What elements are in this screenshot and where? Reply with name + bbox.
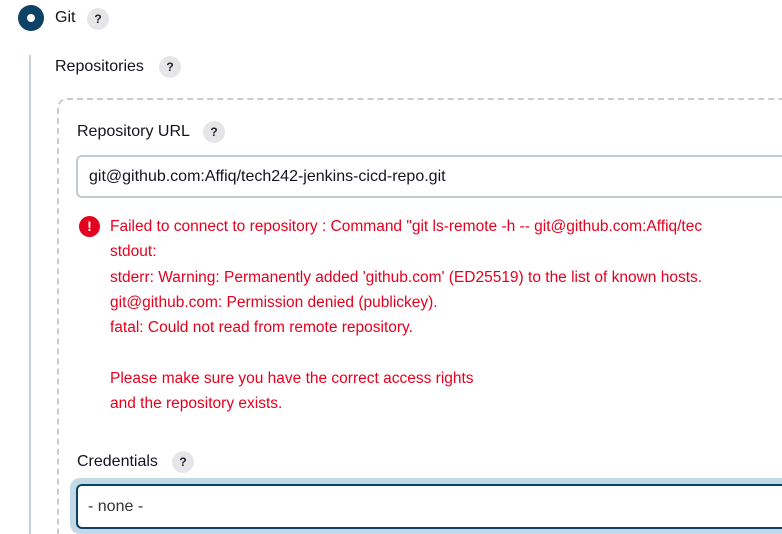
repository-url-input[interactable]: git@github.com:Affiq/tech242-jenkins-cic…: [76, 155, 782, 198]
credentials-label: Credentials: [77, 453, 158, 470]
error-line: stdout:: [110, 243, 157, 261]
git-option-label: Git: [55, 9, 76, 26]
repository-url-label: Repository URL: [77, 123, 190, 140]
repositories-label: Repositories: [55, 58, 144, 75]
error-line: Please make sure you have the correct ac…: [110, 369, 474, 387]
error-line: git@github.com: Permission denied (publi…: [110, 293, 438, 311]
git-help-icon[interactable]: ?: [87, 8, 109, 30]
error-line: Failed to connect to repository : Comman…: [110, 218, 703, 235]
error-line: fatal: Could not read from remote reposi…: [110, 319, 413, 337]
credentials-select[interactable]: - none -: [76, 484, 782, 529]
error-line: [110, 340, 782, 365]
repository-url-help-icon[interactable]: ?: [203, 121, 225, 143]
error-line: stderr: Warning: Permanently added 'gith…: [110, 268, 703, 286]
repository-error-message: Failed to connect to repository : Comman…: [110, 214, 782, 416]
repositories-help-icon[interactable]: ?: [159, 56, 181, 78]
error-line: and the repository exists.: [110, 395, 283, 413]
error-exclamation-icon: !: [79, 216, 100, 237]
git-radio-button[interactable]: [18, 5, 44, 31]
credentials-help-icon[interactable]: ?: [172, 451, 194, 473]
section-indent-line: [29, 55, 31, 534]
